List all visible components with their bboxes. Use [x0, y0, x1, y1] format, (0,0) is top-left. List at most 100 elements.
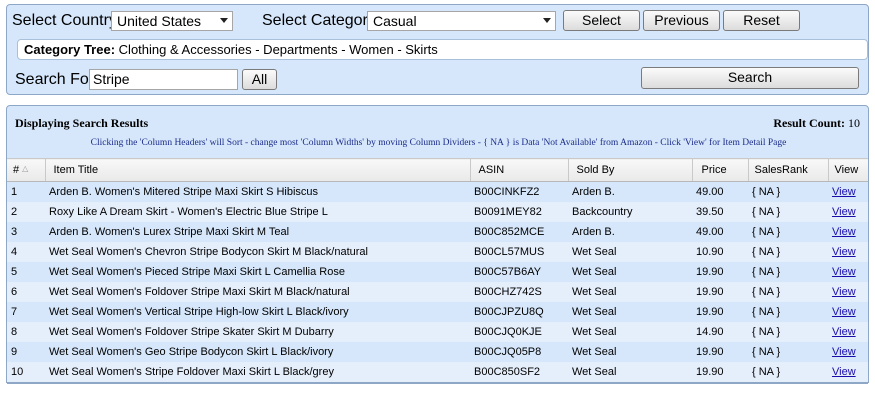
- asin: B0091MEY82: [470, 202, 568, 222]
- asin: B00CJQ05P8: [474, 346, 542, 358]
- view-link[interactable]: View: [832, 326, 856, 338]
- country-select[interactable]: United States: [111, 11, 233, 31]
- column-header-sold-by[interactable]: Sold By: [567, 158, 692, 182]
- sales-rank: { NA }: [748, 362, 828, 382]
- country-label: Select Country:: [12, 12, 122, 29]
- sold-by: Wet Seal: [568, 242, 692, 262]
- sales-rank: { NA }: [752, 226, 781, 238]
- table-row[interactable]: 2 Roxy Like A Dream Skirt - Women's Elec…: [7, 202, 868, 222]
- view-link[interactable]: View: [832, 306, 856, 318]
- results-title: Displaying Search Results: [15, 116, 149, 130]
- category-tree-value: Clothing & Accessories - Departments - W…: [118, 42, 438, 57]
- category-select[interactable]: Casual: [367, 11, 556, 31]
- column-header-asin[interactable]: ASIN: [469, 158, 568, 182]
- column-header-label: View: [834, 164, 859, 176]
- view-link[interactable]: View: [832, 226, 856, 238]
- sold-by: Wet Seal: [568, 362, 692, 382]
- view-link[interactable]: View: [832, 206, 856, 218]
- table-row[interactable]: 3 Arden B. Women's Lurex Stripe Maxi Ski…: [7, 222, 868, 242]
- chevron-down-icon: [220, 18, 228, 23]
- all-button[interactable]: All: [242, 69, 277, 90]
- sales-rank: { NA }: [748, 242, 828, 262]
- view-link[interactable]: View: [832, 186, 856, 198]
- table-row[interactable]: 7 Wet Seal Women's Vertical Stripe High-…: [7, 302, 868, 322]
- view-link[interactable]: View: [832, 366, 856, 378]
- result-count-value: 10: [848, 116, 860, 130]
- view-link[interactable]: View: [832, 286, 856, 298]
- search-input[interactable]: Stripe: [89, 69, 238, 90]
- sales-rank: { NA }: [752, 306, 781, 318]
- view-link[interactable]: View: [832, 246, 856, 258]
- item-title: Wet Seal Women's Geo Stripe Bodycon Skir…: [49, 346, 334, 358]
- sales-rank: { NA }: [748, 322, 828, 342]
- column-header-price[interactable]: Price: [691, 158, 748, 182]
- table-row[interactable]: 8 Wet Seal Women's Foldover Stripe Skate…: [7, 322, 868, 342]
- reset-button[interactable]: Reset: [723, 10, 800, 31]
- grid-instructions: Clicking the 'Column Headers' will Sort …: [90, 138, 787, 148]
- view-cell: View: [828, 202, 868, 222]
- table-row[interactable]: 4 Wet Seal Women's Chevron Stripe Bodyco…: [7, 242, 868, 262]
- price: 10.90: [692, 242, 748, 262]
- column-header-item-title[interactable]: Item Title: [44, 158, 470, 182]
- sold-by: Wet Seal: [572, 266, 617, 278]
- row-number: 6: [7, 282, 45, 302]
- table-row[interactable]: 10 Wet Seal Women's Stripe Foldover Maxi…: [7, 362, 868, 382]
- column-header-number[interactable]: # △: [7, 158, 45, 182]
- view-cell: View: [828, 302, 868, 322]
- price: 19.90: [696, 266, 724, 278]
- table-row[interactable]: 5 Wet Seal Women's Pieced Stripe Maxi Sk…: [7, 262, 868, 282]
- column-header-label: Item Title: [53, 164, 99, 176]
- sold-by: Arden B.: [572, 186, 615, 198]
- column-header-label: SalesRank: [754, 164, 808, 176]
- asin: B00CINKFZ2: [474, 186, 540, 198]
- view-cell: View: [828, 282, 868, 302]
- sales-rank: { NA }: [748, 282, 828, 302]
- view-cell: View: [828, 262, 868, 282]
- asin: B00C852MCE: [474, 226, 545, 238]
- asin: B00CJPZU8Q: [474, 306, 544, 318]
- sold-by: Arden B.: [572, 226, 615, 238]
- sales-rank: { NA }: [752, 346, 781, 358]
- view-cell: View: [828, 222, 868, 242]
- table-row[interactable]: 6 Wet Seal Women's Foldover Stripe Maxi …: [7, 282, 868, 302]
- sold-by: Wet Seal: [572, 346, 617, 358]
- price: 19.90: [692, 282, 748, 302]
- item-title: Wet Seal Women's Pieced Stripe Maxi Skir…: [49, 266, 345, 278]
- column-header-view[interactable]: View: [827, 158, 868, 182]
- row-number: 10: [7, 362, 45, 382]
- column-header-label: Sold By: [576, 164, 615, 176]
- category-label: Select Category:: [262, 12, 381, 29]
- search-button[interactable]: Search: [641, 67, 859, 89]
- row-number: 4: [7, 242, 45, 262]
- view-link[interactable]: View: [832, 266, 856, 278]
- table-header-row: # △ Item Title ASIN Sold By Price SalesRa…: [7, 158, 868, 182]
- view-cell: View: [828, 242, 868, 262]
- item-title: Arden B. Women's Lurex Stripe Maxi Skirt…: [49, 226, 290, 238]
- asin: B00CHZ742S: [470, 282, 568, 302]
- view-cell: View: [828, 342, 868, 362]
- column-header-salesrank[interactable]: SalesRank: [747, 158, 828, 182]
- view-link[interactable]: View: [832, 346, 856, 358]
- row-number: 8: [7, 322, 45, 342]
- select-button[interactable]: Select: [563, 10, 640, 31]
- asin: B00C850SF2: [470, 362, 568, 382]
- view-cell: View: [828, 362, 868, 382]
- result-count-label: Result Count:: [773, 116, 845, 130]
- sold-by: Backcountry: [568, 202, 692, 222]
- price: 19.90: [696, 346, 724, 358]
- view-cell: View: [828, 322, 868, 342]
- view-cell: View: [828, 182, 868, 203]
- row-number: 5: [11, 266, 18, 278]
- category-select-value: Casual: [373, 13, 417, 29]
- row-number: 2: [7, 202, 45, 222]
- previous-button[interactable]: Previous: [643, 10, 720, 31]
- item-title: Arden B. Women's Mitered Stripe Maxi Ski…: [49, 186, 319, 198]
- category-tree-label: Category Tree:: [24, 42, 116, 57]
- price: 14.90: [692, 322, 748, 342]
- asin: B00CJQ0KJE: [470, 322, 568, 342]
- row-number: 9: [11, 346, 18, 358]
- table-row[interactable]: 9 Wet Seal Women's Geo Stripe Bodycon Sk…: [7, 342, 868, 362]
- table-row[interactable]: 1 Arden B. Women's Mitered Stripe Maxi S…: [7, 182, 868, 203]
- sold-by: Wet Seal: [568, 282, 692, 302]
- asin: B00CL57MUS: [470, 242, 568, 262]
